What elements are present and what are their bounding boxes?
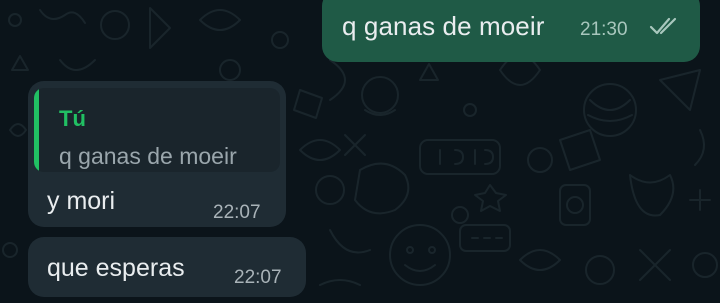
chat-view: q ganas de moeir 21:30 Tú q ganas de moe… [0,0,720,303]
message-bubble-incoming[interactable]: Tú q ganas de moeir y mori 22:07 [28,81,286,227]
message-text: y mori [47,187,116,215]
message-time: 22:07 [213,202,261,223]
reply-text: q ganas de moeir [59,143,237,169]
reply-author: Tú [59,106,86,131]
reply-accent-bar [34,88,39,172]
message-text: que esperas [47,254,185,282]
message-bubble-outgoing[interactable]: q ganas de moeir 21:30 [322,0,700,62]
message-bubble-incoming[interactable]: que esperas 22:07 [28,237,306,297]
message-text: q ganas de moeir [342,11,545,41]
reply-quote[interactable]: Tú q ganas de moeir [34,88,280,172]
message-time: 22:07 [234,267,282,288]
message-time: 21:30 [580,19,628,40]
double-check-icon [649,17,677,35]
